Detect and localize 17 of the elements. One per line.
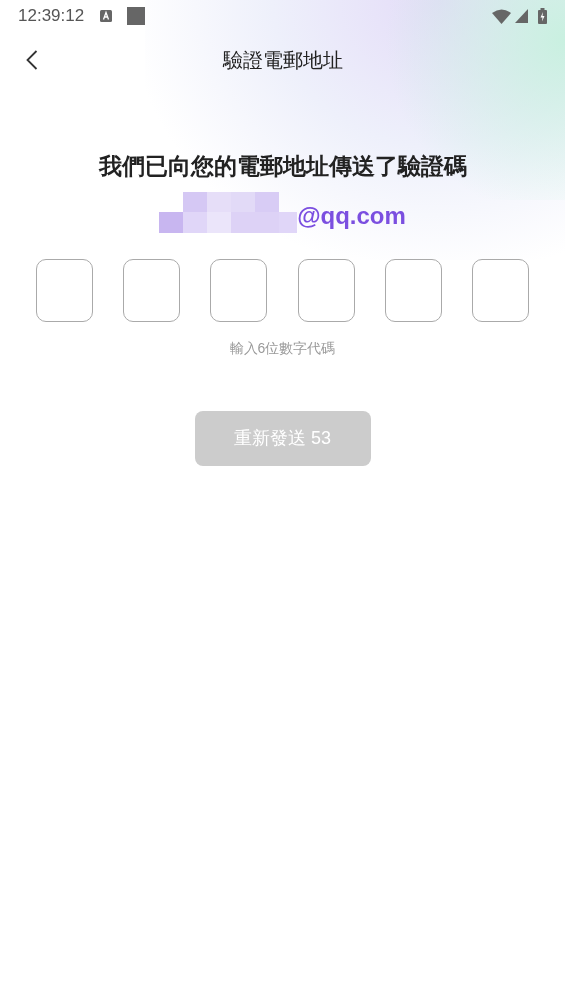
code-digit-field[interactable] [384, 258, 442, 322]
wifi-icon [492, 8, 511, 24]
code-digit-field[interactable] [123, 258, 181, 322]
square-icon [127, 7, 146, 25]
battery-icon [538, 8, 547, 24]
page-title: 驗證電郵地址 [222, 48, 343, 73]
signal-icon [515, 9, 528, 23]
code-digit-field[interactable] [297, 258, 355, 322]
back-icon [26, 50, 38, 70]
keyboard-app-icon [100, 10, 113, 22]
code-digit-field[interactable] [471, 258, 529, 322]
email-domain: @qq.com [297, 200, 406, 231]
code-digit-field[interactable] [210, 258, 268, 322]
code-digit-field[interactable] [36, 258, 93, 322]
sent-message: 我們已向您的電郵地址傳送了驗證碼 [97, 152, 468, 181]
code-hint: 輸入6位數字代碼 [228, 338, 337, 358]
status-time: 12:39:12 [18, 5, 85, 28]
